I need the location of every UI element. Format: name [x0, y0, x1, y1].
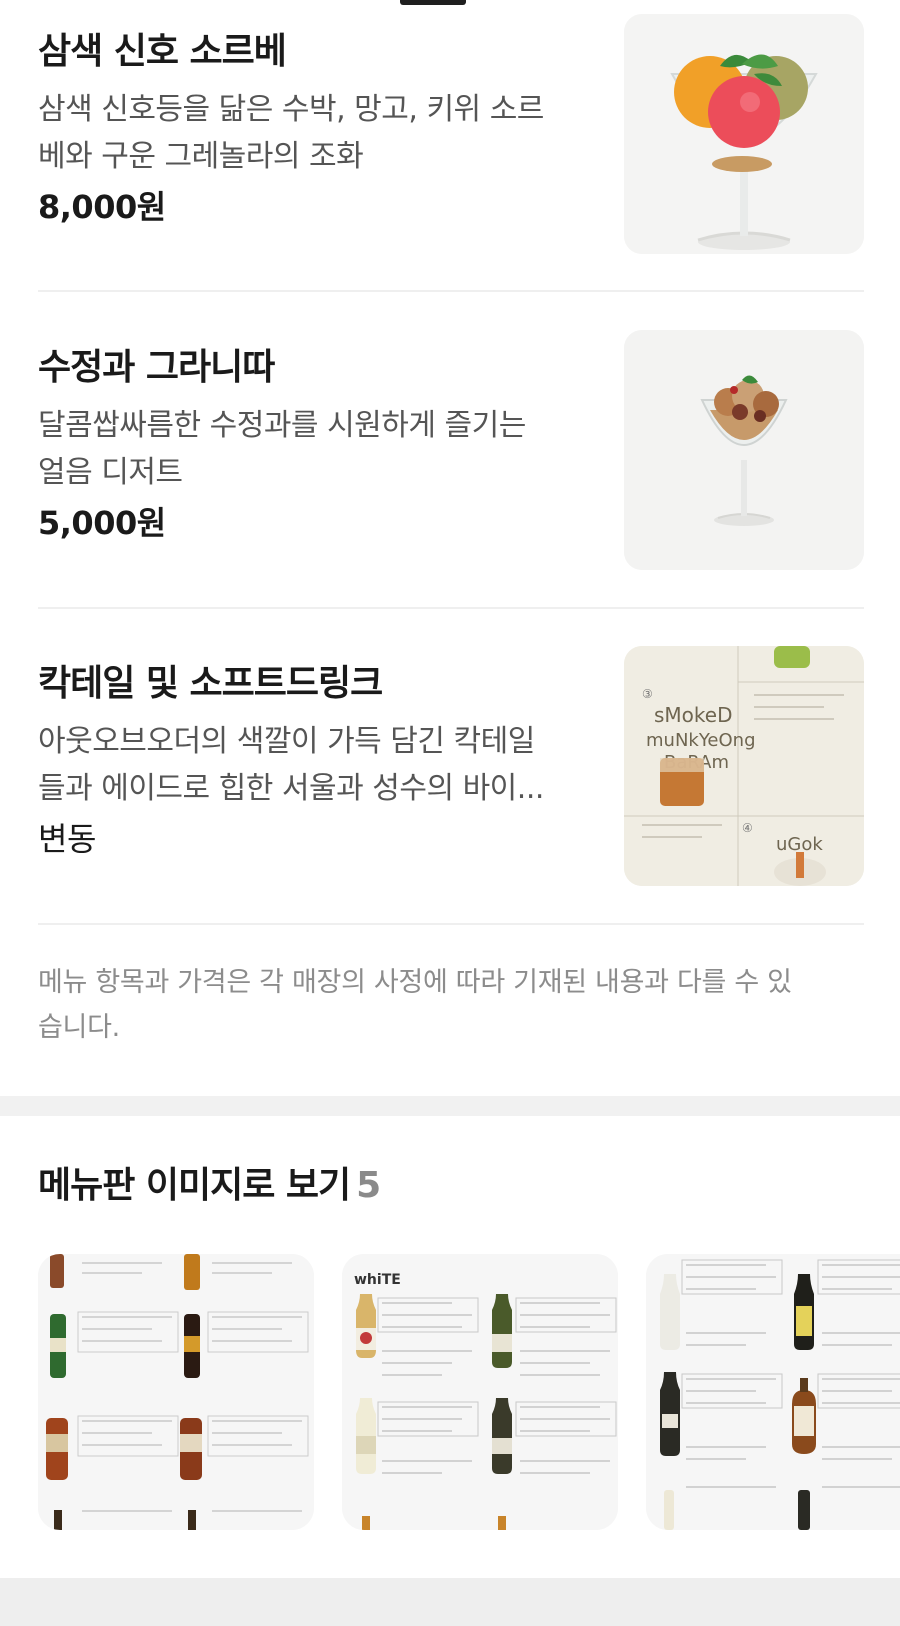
sorbet-glass-image	[624, 14, 864, 254]
menu-item-granita[interactable]: 수정과 그라니따 달콤쌉싸름한 수정과를 시원하게 즐기는 얼음 디저트 5,0…	[38, 330, 864, 662]
menu-item-description: 아웃오브오더의 색깔이 가득 담긴 칵테일 들과 에이드로 힙한 서울과 성수의…	[38, 724, 544, 806]
whisky-menu-image[interactable]	[38, 1254, 314, 1530]
svg-text:whiTE: whiTE	[354, 1272, 401, 1288]
menu-board-carousel[interactable]: whiTE	[38, 1254, 900, 1530]
section-separator	[0, 1096, 900, 1116]
svg-text:uGok: uGok	[776, 834, 823, 855]
svg-text:④: ④	[742, 821, 753, 835]
menu-item-price: 5,000원	[38, 504, 166, 542]
divider	[38, 923, 864, 925]
menu-item-description: 달콤쌉싸름한 수정과를 시원하게 즐기는 얼음 디저트	[38, 408, 526, 490]
white-wine-menu-image[interactable]: whiTE	[342, 1254, 618, 1530]
svg-text:sMokeD: sMokeD	[654, 703, 733, 727]
menu-board-title: 메뉴판 이미지로 보기 5	[38, 1165, 381, 1206]
svg-text:muNkYeOng: muNkYeOng	[646, 730, 756, 751]
cocktail-menu-image: ③ sMokeD muNkYeOng BaRAm ④ uGok	[624, 646, 864, 886]
menu-disclaimer: 메뉴 항목과 가격은 각 매장의 사정에 따라 기재된 내용과 다를 수 있 습…	[38, 967, 792, 1043]
menu-item-description: 삼색 신호등을 닮은 수박, 망고, 키위 소르 베와 구운 그레놀라의 조화	[38, 92, 544, 174]
granita-glass-image	[624, 330, 864, 570]
traditional-liquor-menu-image[interactable]	[646, 1254, 900, 1530]
menu-item-name: 삼색 신호 소르베	[38, 31, 287, 72]
sheet-drag-handle[interactable]	[400, 0, 466, 5]
divider	[38, 290, 864, 292]
menu-item-cocktails[interactable]: 칵테일 및 소프트드링크 아웃오브오더의 색깔이 가득 담긴 칵테일 들과 에이…	[38, 646, 864, 978]
menu-item-price: 8,000원	[38, 188, 166, 226]
menu-item-sorbet[interactable]: 삼색 신호 소르베 삼색 신호등을 닮은 수박, 망고, 키위 소르 베와 구운…	[38, 14, 864, 346]
menu-board-count: 5	[356, 1165, 381, 1206]
svg-text:③: ③	[642, 687, 653, 701]
bottom-section-separator	[0, 1578, 900, 1626]
menu-item-name: 수정과 그라니따	[38, 347, 275, 388]
menu-item-price: 변동	[38, 820, 96, 858]
menu-item-name: 칵테일 및 소프트드링크	[38, 663, 383, 704]
divider	[38, 607, 864, 609]
